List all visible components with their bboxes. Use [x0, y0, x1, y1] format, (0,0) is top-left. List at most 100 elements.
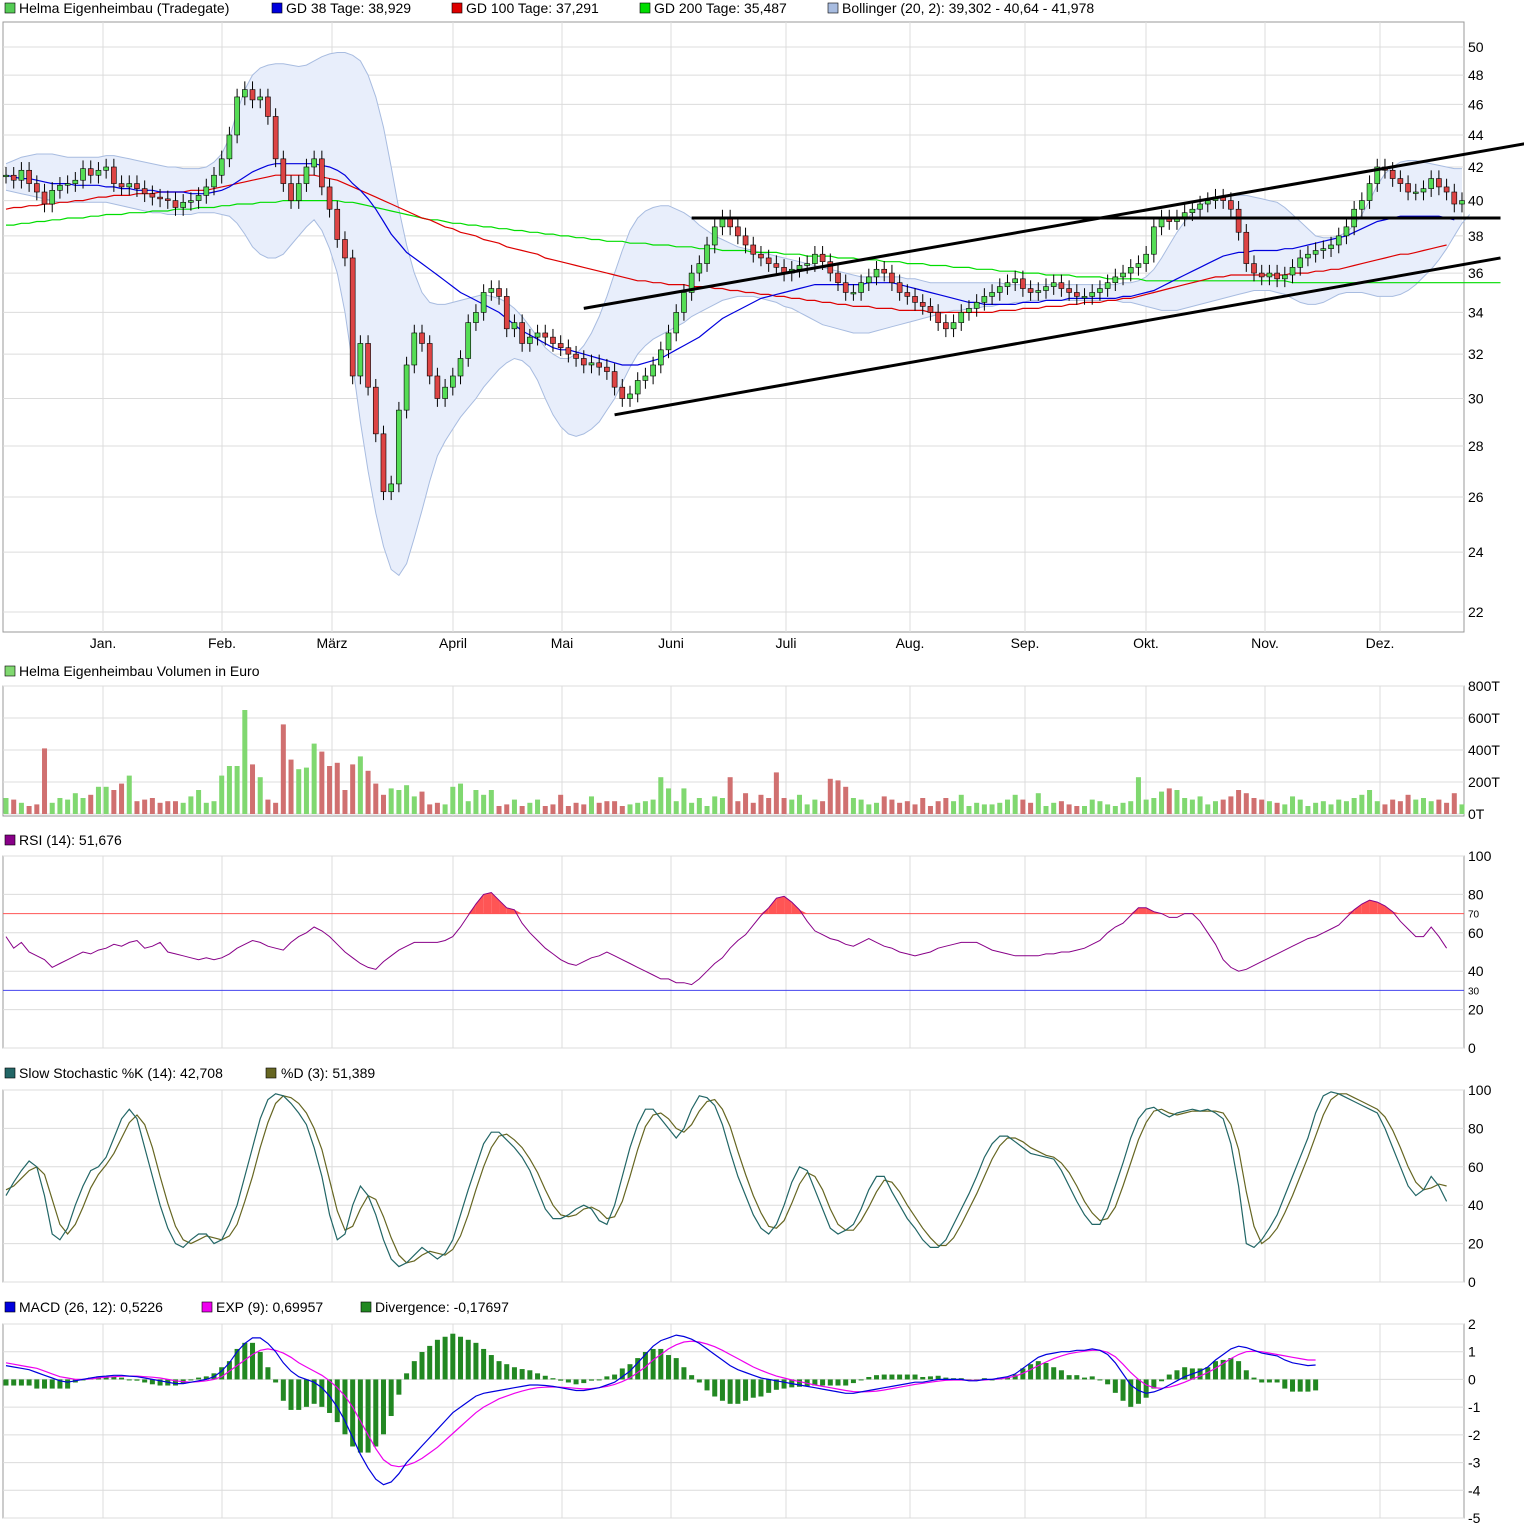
divergence-bar — [727, 1379, 733, 1404]
rsi-axis-tick: 40 — [1468, 963, 1484, 979]
candle-body — [1189, 208, 1196, 214]
candle-body — [1251, 263, 1257, 274]
volume-bar — [1351, 798, 1357, 814]
candle-body — [419, 332, 425, 344]
divergence-bar — [1297, 1379, 1303, 1392]
candle-body — [950, 322, 957, 330]
candle-body — [95, 169, 102, 176]
candle-body — [904, 292, 911, 297]
candle-body — [1074, 292, 1080, 297]
volume-bar — [1012, 794, 1018, 814]
candle-body — [534, 332, 541, 338]
divergence-bar — [912, 1374, 918, 1380]
divergence-bar — [604, 1376, 610, 1380]
candle-body — [1459, 200, 1465, 205]
divergence-bar — [42, 1379, 48, 1389]
candle-body — [311, 158, 317, 168]
divergence-bar — [427, 1345, 433, 1380]
macd-axis-tick: -2 — [1468, 1427, 1481, 1443]
volume-bar — [1197, 796, 1203, 814]
candle-body — [326, 186, 333, 210]
candle-body — [203, 186, 210, 196]
candle-body — [750, 244, 757, 255]
candle-body — [935, 312, 941, 323]
candle-body — [480, 292, 487, 313]
divergence-bar — [1097, 1379, 1103, 1381]
volume-bar — [1189, 799, 1195, 814]
rsi-level-70-label: 70 — [1468, 910, 1480, 921]
divergence-bar — [396, 1379, 402, 1395]
divergence-bar — [835, 1379, 841, 1386]
divergence-bar — [781, 1379, 787, 1389]
divergence-bar — [1089, 1376, 1095, 1380]
volume-bar — [881, 796, 887, 814]
macd-axis-tick: -5 — [1468, 1510, 1481, 1526]
candle-body — [1420, 188, 1427, 193]
volume-bar — [874, 802, 880, 814]
candle-body — [812, 253, 818, 264]
candle-body — [496, 288, 502, 297]
candle-body — [211, 174, 217, 188]
divergence-bar — [1282, 1379, 1288, 1389]
volume-bar — [804, 804, 810, 814]
volume-bar — [250, 764, 256, 814]
candle-body — [126, 183, 133, 188]
volume-bar — [188, 796, 194, 814]
stochastic-axis-tick: 80 — [1468, 1120, 1484, 1136]
divergence-bar — [504, 1364, 510, 1380]
volume-bar — [581, 804, 587, 814]
volume-bar — [365, 770, 371, 814]
divergence-bar — [411, 1361, 417, 1380]
volume-bar — [1205, 804, 1211, 814]
divergence-bar — [404, 1373, 410, 1380]
volume-bar — [57, 798, 63, 814]
volume-bar — [357, 756, 363, 814]
candle-body — [1258, 272, 1265, 278]
price-axis-tick: 30 — [1468, 391, 1484, 407]
divergence-bar — [1112, 1379, 1118, 1393]
candle-body — [426, 343, 433, 377]
divergence-bar — [866, 1376, 872, 1380]
candle-body — [234, 96, 240, 136]
volume-bar — [103, 786, 109, 814]
candle-body — [989, 292, 995, 297]
divergence-bar — [1166, 1374, 1172, 1380]
volume-bar — [696, 798, 702, 814]
volume-bar — [95, 786, 101, 814]
candle-body — [1204, 200, 1211, 205]
month-label: Okt. — [1133, 635, 1159, 651]
candle-body — [1289, 267, 1296, 276]
rsi-overbought-area — [483, 892, 492, 914]
volume-bar — [943, 798, 949, 814]
divergence-bar — [303, 1379, 309, 1407]
candle-body — [450, 375, 456, 388]
divergence-bar — [458, 1336, 464, 1380]
volume-bar — [1343, 801, 1349, 814]
volume-bar — [958, 794, 964, 814]
candle-body — [742, 235, 749, 246]
candle-body — [1027, 288, 1034, 293]
divergence-bar — [126, 1379, 132, 1381]
volume-bar — [627, 804, 633, 814]
volume-bar — [1128, 801, 1134, 814]
candle-body — [866, 276, 872, 284]
divergence-bar — [273, 1379, 279, 1383]
divergence-bar — [542, 1375, 548, 1380]
volume-bar — [812, 799, 818, 814]
candle-body — [1451, 191, 1458, 205]
candle-body — [1143, 253, 1149, 264]
candle-body — [365, 343, 371, 388]
candle-body — [80, 168, 86, 181]
volume-bar — [180, 802, 186, 814]
volume-bar — [1182, 798, 1188, 814]
month-label: Nov. — [1251, 635, 1279, 651]
volume-bar — [49, 802, 55, 814]
candle-body — [1197, 203, 1203, 210]
volume-bar — [1028, 802, 1034, 814]
candle-body — [249, 89, 256, 101]
price-axis-tick: 22 — [1468, 604, 1484, 620]
month-label: Juli — [775, 635, 796, 651]
volume-bar — [1228, 796, 1234, 814]
volume-bar — [319, 751, 325, 814]
candle-body — [180, 201, 186, 208]
